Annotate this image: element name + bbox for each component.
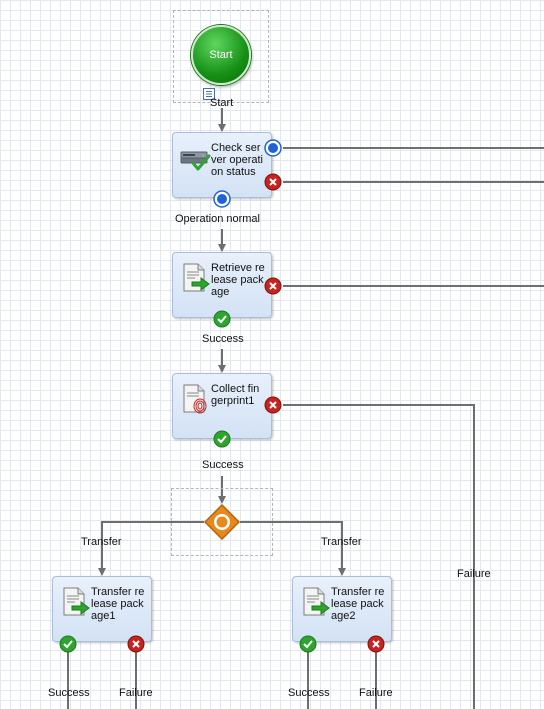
operation-normal-port-icon[interactable] — [213, 190, 231, 208]
label-failure-t1: Failure — [119, 687, 153, 699]
label-success-retrieve: Success — [202, 333, 244, 345]
error-port-icon[interactable] — [264, 277, 282, 295]
node-transfer-package-2-label: Transfer re lease pack age2 — [331, 586, 385, 622]
status-port-icon[interactable] — [264, 139, 282, 157]
node-transfer-package-1-label: Transfer re lease pack age1 — [91, 586, 145, 622]
start-caption: Start — [210, 97, 234, 109]
label-transfer-right: Transfer — [321, 536, 362, 548]
wire-collect-failure — [283, 404, 475, 709]
label-failure-collect: Failure — [457, 568, 491, 580]
start-node[interactable]: Start — [191, 25, 251, 85]
node-check-server[interactable]: Check ser ver operati on status — [172, 132, 272, 198]
label-operation-normal: Operation normal — [175, 213, 260, 225]
node-transfer-package-1[interactable]: Transfer re lease pack age1 — [52, 576, 152, 642]
server-check-icon — [180, 151, 211, 171]
label-success-collect: Success — [202, 459, 244, 471]
document-arrow-icon — [303, 587, 330, 616]
success-port-icon[interactable] — [213, 310, 231, 328]
success-port-icon[interactable] — [213, 430, 231, 448]
failure-port-icon[interactable] — [127, 635, 145, 653]
start-node-label: Start — [209, 49, 233, 61]
node-collect-fingerprint-label: Collect fin gerprint1 — [211, 383, 260, 407]
node-transfer-package-2[interactable]: Transfer re lease pack age2 — [292, 576, 392, 642]
error-port-icon[interactable] — [264, 173, 282, 191]
node-check-server-label: Check ser ver operati on status — [211, 142, 263, 178]
label-success-t2: Success — [288, 687, 330, 699]
failure-port-icon[interactable] — [367, 635, 385, 653]
node-retrieve-package-label: Retrieve re lease pack age — [211, 262, 265, 298]
document-arrow-icon — [63, 587, 90, 616]
label-failure-t2: Failure — [359, 687, 393, 699]
node-retrieve-package[interactable]: Retrieve re lease pack age — [172, 252, 272, 318]
success-port-icon[interactable] — [299, 635, 317, 653]
label-transfer-left: Transfer — [81, 536, 122, 548]
success-port-icon[interactable] — [59, 635, 77, 653]
error-port-icon[interactable] — [264, 396, 282, 414]
document-arrow-icon — [183, 263, 210, 292]
gateway-icon[interactable] — [204, 504, 240, 540]
label-success-t1: Success — [48, 687, 90, 699]
document-fingerprint-icon — [183, 384, 207, 414]
